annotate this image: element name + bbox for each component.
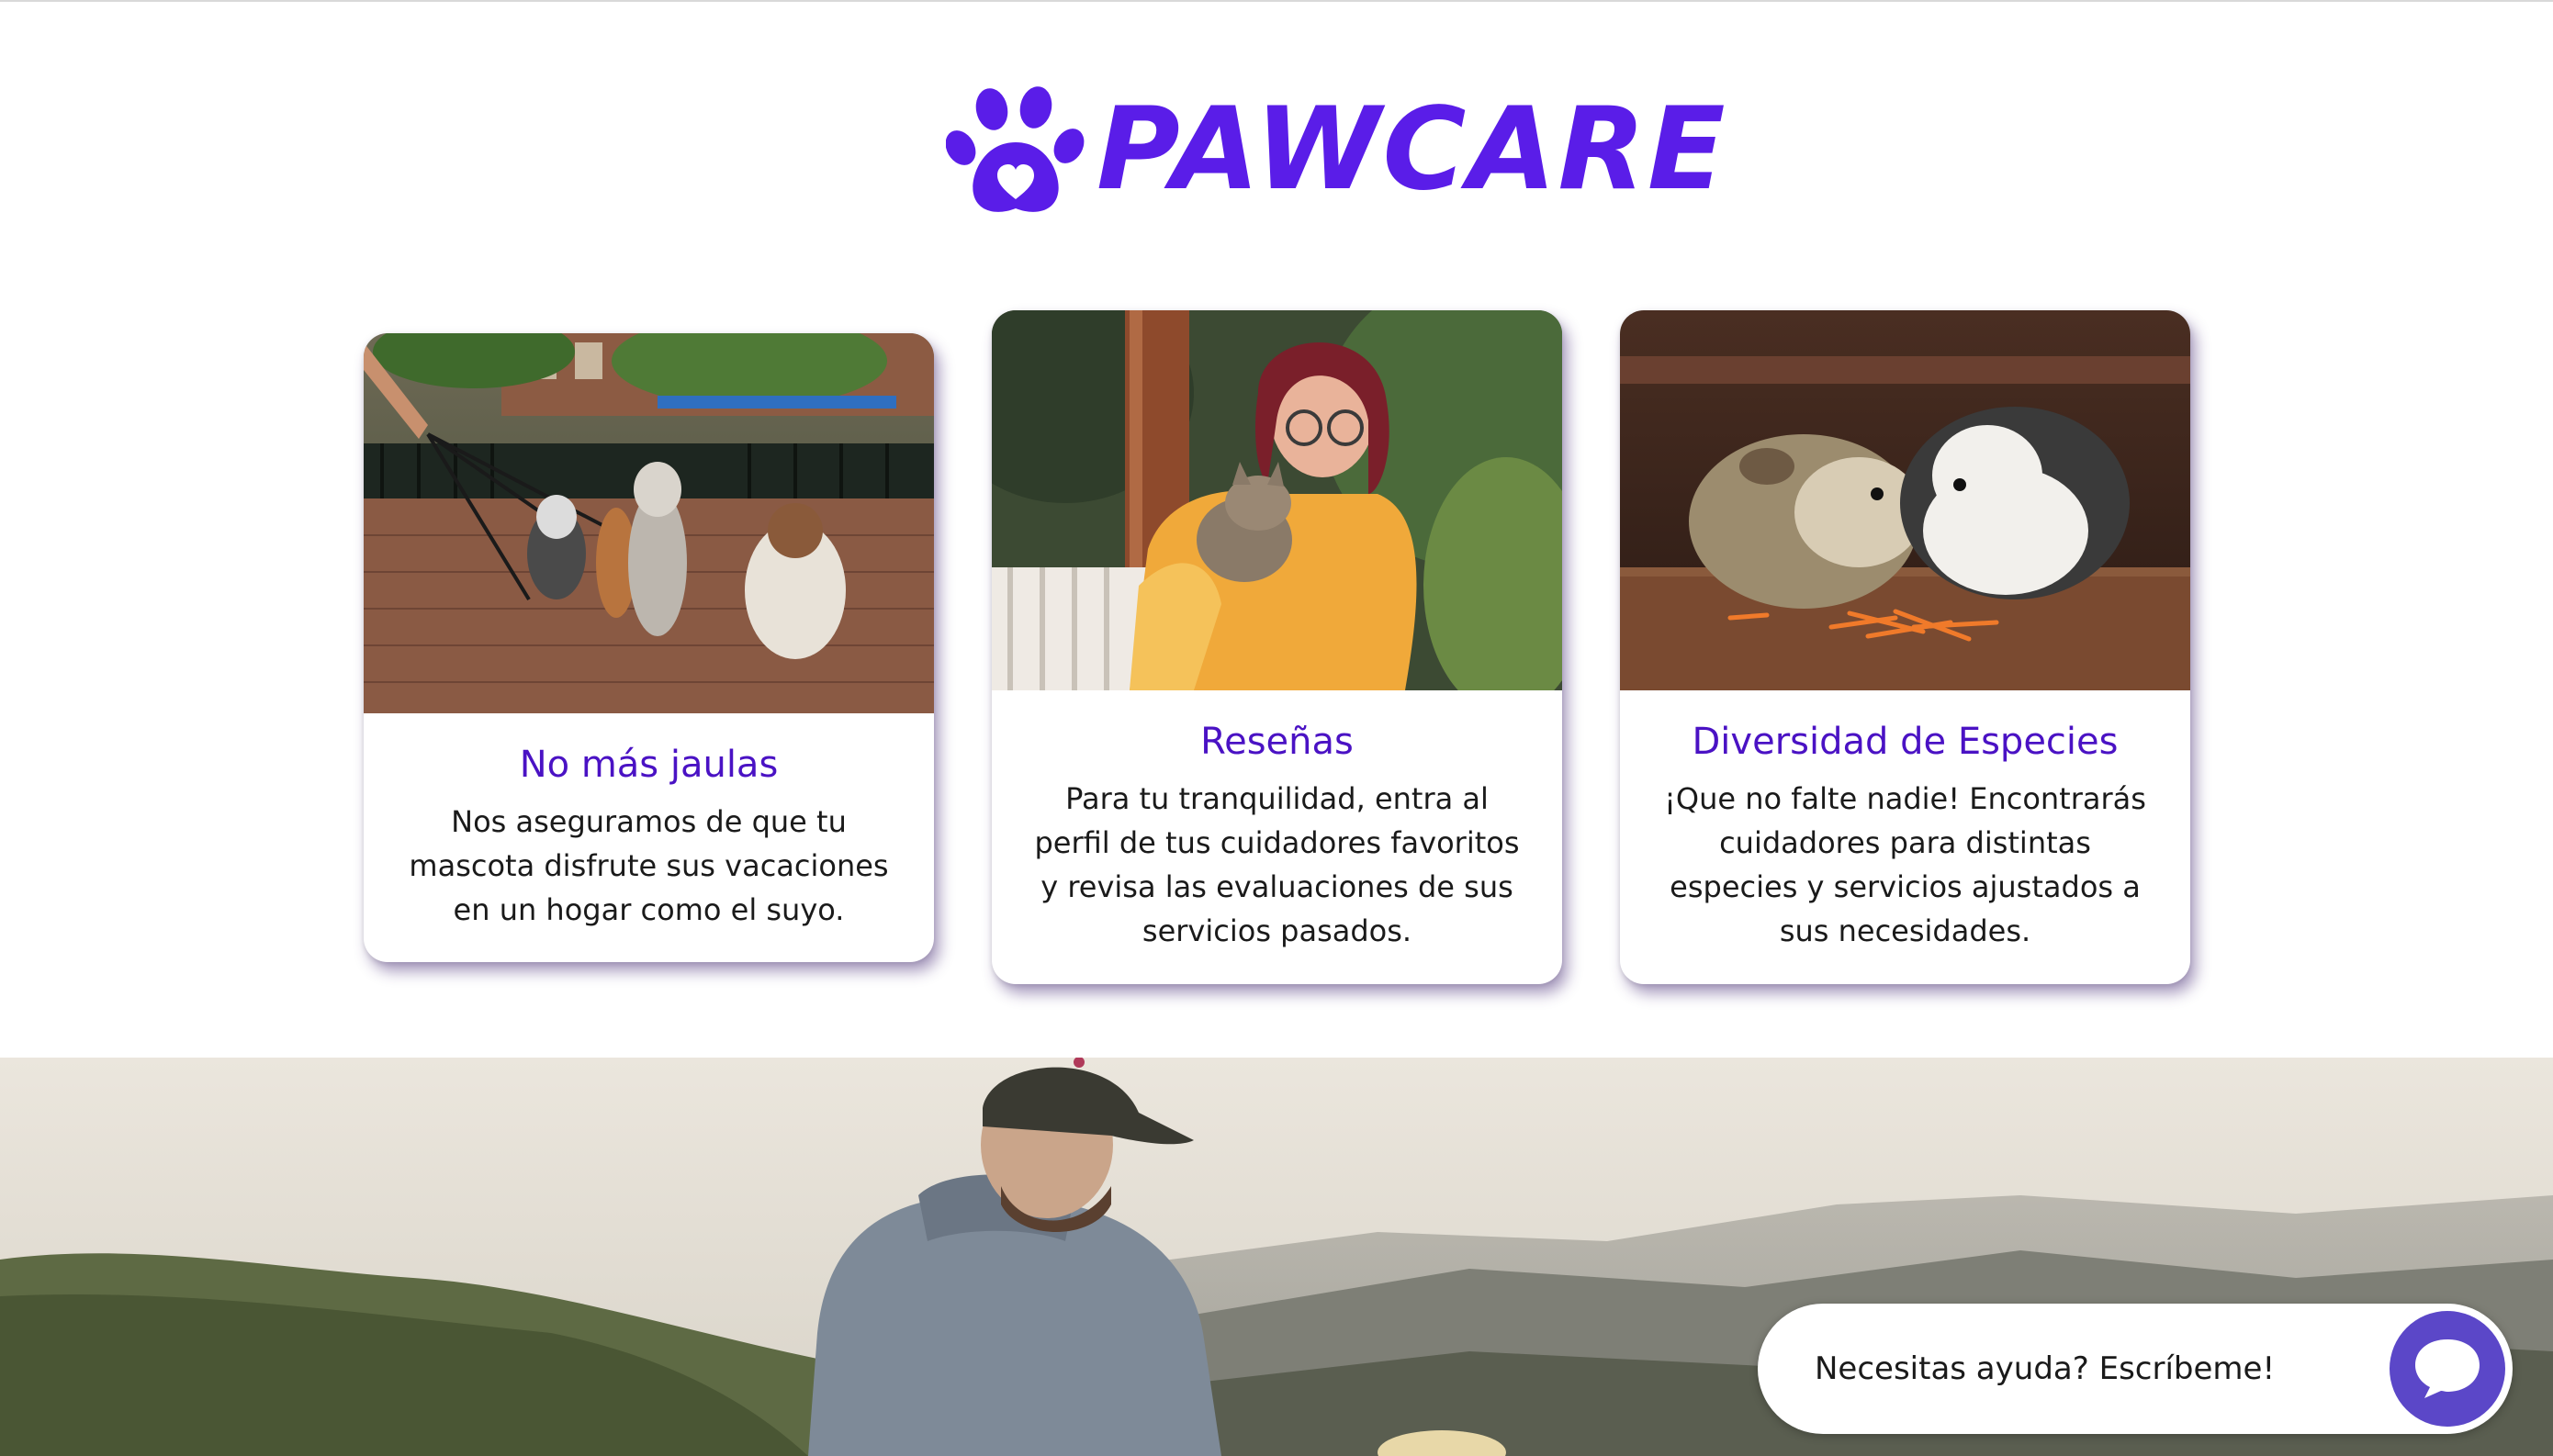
guinea-pigs-image	[1620, 310, 2190, 690]
card-title: No más jaulas	[519, 744, 779, 786]
speech-bubble-icon	[2415, 1339, 2480, 1398]
paw-heart-icon	[946, 86, 1085, 212]
card-title: Diversidad de Especies	[1692, 721, 2119, 763]
woman-with-cat-image	[992, 310, 1562, 690]
brand-name: PAWCARE	[1097, 84, 1727, 216]
brand-logo[interactable]: PAWCARE	[946, 81, 1727, 218]
card-title: Reseñas	[1200, 721, 1354, 763]
chat-widget[interactable]: Necesitas ayuda? Escríbeme!	[1758, 1304, 2513, 1434]
top-divider	[0, 0, 2553, 2]
feature-card-species: Diversidad de Especies ¡Que no falte nad…	[1620, 310, 2190, 984]
card-description: ¡Que no falte nadie! Encontrarás cuidado…	[1664, 781, 2146, 948]
card-description: Nos aseguramos de que tu mascota disfrut…	[409, 804, 889, 927]
chat-open-button[interactable]	[2390, 1311, 2505, 1427]
dogs-walk-image	[364, 333, 934, 713]
feature-card-reviews: Reseñas Para tu tranquilidad, entra al p…	[992, 310, 1562, 984]
feature-card-no-cages: No más jaulas Nos aseguramos de que tu m…	[364, 333, 934, 962]
card-description: Para tu tranquilidad, entra al perfil de…	[1034, 781, 1520, 948]
chat-prompt-label[interactable]: Necesitas ayuda? Escríbeme!	[1815, 1304, 2275, 1434]
